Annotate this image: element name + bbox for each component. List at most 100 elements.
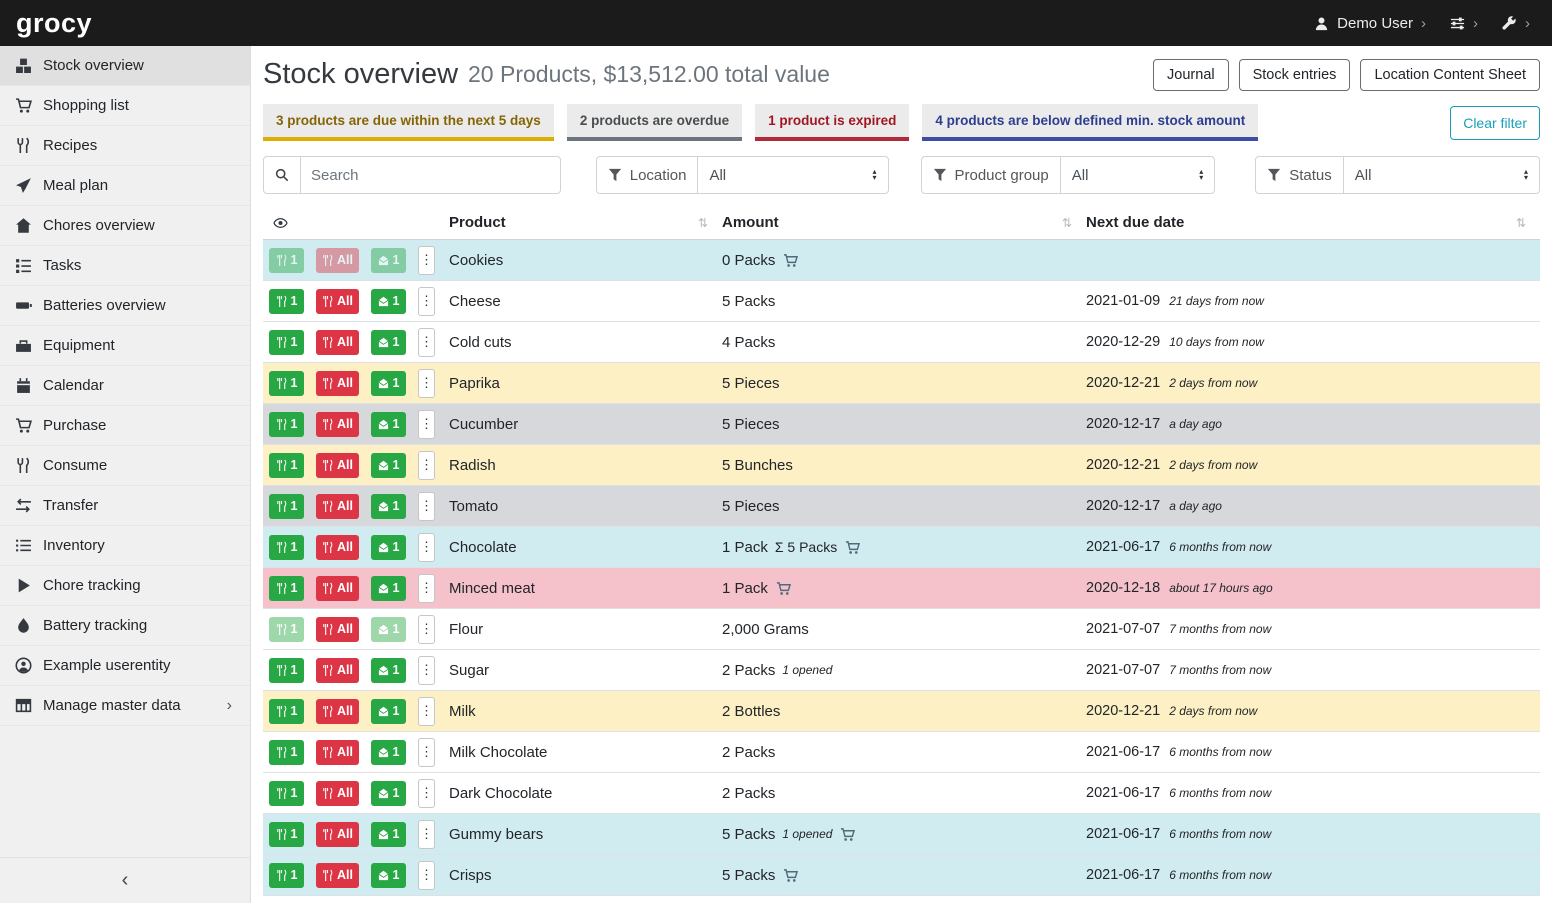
sidebar-item-example-userentity[interactable]: Example userentity (0, 646, 250, 686)
row-menu-button[interactable]: ⋮ (418, 574, 435, 603)
row-menu-button[interactable]: ⋮ (418, 246, 435, 275)
open-product-button[interactable]: 1 (371, 371, 406, 396)
row-menu-button[interactable]: ⋮ (418, 410, 435, 439)
consume-all-button[interactable]: All (316, 576, 359, 601)
row-menu-button[interactable]: ⋮ (418, 328, 435, 357)
row-menu-button[interactable]: ⋮ (418, 697, 435, 726)
consume-all-button[interactable]: All (316, 412, 359, 437)
row-menu-button[interactable]: ⋮ (418, 287, 435, 316)
consume-all-button[interactable]: All (316, 822, 359, 847)
product-group-select[interactable]: All ▴▾ (1060, 157, 1215, 193)
sidebar-item-batteries-overview[interactable]: Batteries overview (0, 286, 250, 326)
open-product-button[interactable]: 1 (371, 658, 406, 683)
consume-all-button[interactable]: All (316, 453, 359, 478)
row-menu-button[interactable]: ⋮ (418, 369, 435, 398)
row-menu-button[interactable]: ⋮ (418, 533, 435, 562)
consume-all-button[interactable]: All (316, 248, 359, 273)
location-content-sheet-button[interactable]: Location Content Sheet (1360, 59, 1540, 91)
app-logo[interactable]: grocy (0, 8, 108, 39)
shopping-cart-icon[interactable] (782, 253, 799, 268)
consume-one-button[interactable]: 1 (269, 371, 304, 396)
row-menu-button[interactable]: ⋮ (418, 615, 435, 644)
open-product-button[interactable]: 1 (371, 781, 406, 806)
search-input[interactable] (301, 157, 560, 193)
row-menu-button[interactable]: ⋮ (418, 492, 435, 521)
consume-one-button[interactable]: 1 (269, 740, 304, 765)
consume-all-button[interactable]: All (316, 699, 359, 724)
consume-all-button[interactable]: All (316, 535, 359, 560)
shopping-cart-icon[interactable] (775, 581, 792, 596)
sidebar-item-inventory[interactable]: Inventory (0, 526, 250, 566)
open-product-button[interactable]: 1 (371, 494, 406, 519)
open-product-button[interactable]: 1 (371, 412, 406, 437)
below-min-stock-banner[interactable]: 4 products are below defined min. stock … (922, 104, 1258, 141)
consume-one-button[interactable]: 1 (269, 248, 304, 273)
status-select[interactable]: All ▴▾ (1343, 157, 1539, 193)
open-product-button[interactable]: 1 (371, 699, 406, 724)
consume-one-button[interactable]: 1 (269, 535, 304, 560)
sidebar-item-equipment[interactable]: Equipment (0, 326, 250, 366)
consume-one-button[interactable]: 1 (269, 576, 304, 601)
consume-one-button[interactable]: 1 (269, 863, 304, 888)
consume-all-button[interactable]: All (316, 781, 359, 806)
sidebar-item-recipes[interactable]: Recipes (0, 126, 250, 166)
sidebar-item-transfer[interactable]: Transfer (0, 486, 250, 526)
consume-all-button[interactable]: All (316, 740, 359, 765)
stock-entries-button[interactable]: Stock entries (1239, 59, 1351, 91)
row-menu-button[interactable]: ⋮ (418, 656, 435, 685)
row-menu-button[interactable]: ⋮ (418, 779, 435, 808)
expired-banner[interactable]: 1 product is expired (755, 104, 909, 141)
consume-one-button[interactable]: 1 (269, 617, 304, 642)
consume-one-button[interactable]: 1 (269, 289, 304, 314)
consume-one-button[interactable]: 1 (269, 330, 304, 355)
shopping-cart-icon[interactable] (782, 868, 799, 883)
open-product-button[interactable]: 1 (371, 289, 406, 314)
shopping-cart-icon[interactable] (844, 540, 861, 555)
sidebar-item-purchase[interactable]: Purchase (0, 406, 250, 446)
open-product-button[interactable]: 1 (371, 576, 406, 601)
open-product-button[interactable]: 1 (371, 822, 406, 847)
consume-all-button[interactable]: All (316, 617, 359, 642)
overdue-banner[interactable]: 2 products are overdue (567, 104, 742, 141)
sidebar-item-stock-overview[interactable]: Stock overview (0, 46, 250, 86)
sidebar-item-calendar[interactable]: Calendar (0, 366, 250, 406)
sidebar-item-chore-tracking[interactable]: Chore tracking (0, 566, 250, 606)
open-product-button[interactable]: 1 (371, 863, 406, 888)
consume-one-button[interactable]: 1 (269, 699, 304, 724)
open-product-button[interactable]: 1 (371, 740, 406, 765)
consume-all-button[interactable]: All (316, 863, 359, 888)
sort-icon[interactable]: ⇅ (1516, 216, 1526, 230)
sidebar-item-consume[interactable]: Consume (0, 446, 250, 486)
eye-icon[interactable] (271, 216, 290, 230)
sidebar-item-manage-master-data[interactable]: Manage master data › (0, 686, 250, 726)
consume-one-button[interactable]: 1 (269, 453, 304, 478)
consume-all-button[interactable]: All (316, 658, 359, 683)
consume-all-button[interactable]: All (316, 289, 359, 314)
product-column-header[interactable]: Product ⇅ (449, 214, 722, 231)
user-menu[interactable]: Demo User › (1314, 15, 1426, 32)
sidebar-item-battery-tracking[interactable]: Battery tracking (0, 606, 250, 646)
open-product-button[interactable]: 1 (371, 330, 406, 355)
consume-all-button[interactable]: All (316, 330, 359, 355)
sidebar-collapse-button[interactable]: ‹ (0, 857, 250, 903)
sidebar-item-shopping-list[interactable]: Shopping list (0, 86, 250, 126)
sidebar-item-tasks[interactable]: Tasks (0, 246, 250, 286)
sort-icon[interactable]: ⇅ (1062, 216, 1072, 230)
open-product-button[interactable]: 1 (371, 248, 406, 273)
row-menu-button[interactable]: ⋮ (418, 738, 435, 767)
consume-all-button[interactable]: All (316, 371, 359, 396)
sidebar-item-meal-plan[interactable]: Meal plan (0, 166, 250, 206)
sort-icon[interactable]: ⇅ (698, 216, 708, 230)
row-menu-button[interactable]: ⋮ (418, 451, 435, 480)
consume-all-button[interactable]: All (316, 494, 359, 519)
open-product-button[interactable]: 1 (371, 617, 406, 642)
admin-menu[interactable]: › (1502, 15, 1530, 32)
sidebar-item-chores-overview[interactable]: Chores overview (0, 206, 250, 246)
row-menu-button[interactable]: ⋮ (418, 820, 435, 849)
journal-button[interactable]: Journal (1153, 59, 1229, 91)
consume-one-button[interactable]: 1 (269, 822, 304, 847)
clear-filter-button[interactable]: Clear filter (1450, 106, 1540, 140)
open-product-button[interactable]: 1 (371, 453, 406, 478)
open-product-button[interactable]: 1 (371, 535, 406, 560)
row-menu-button[interactable]: ⋮ (418, 861, 435, 890)
